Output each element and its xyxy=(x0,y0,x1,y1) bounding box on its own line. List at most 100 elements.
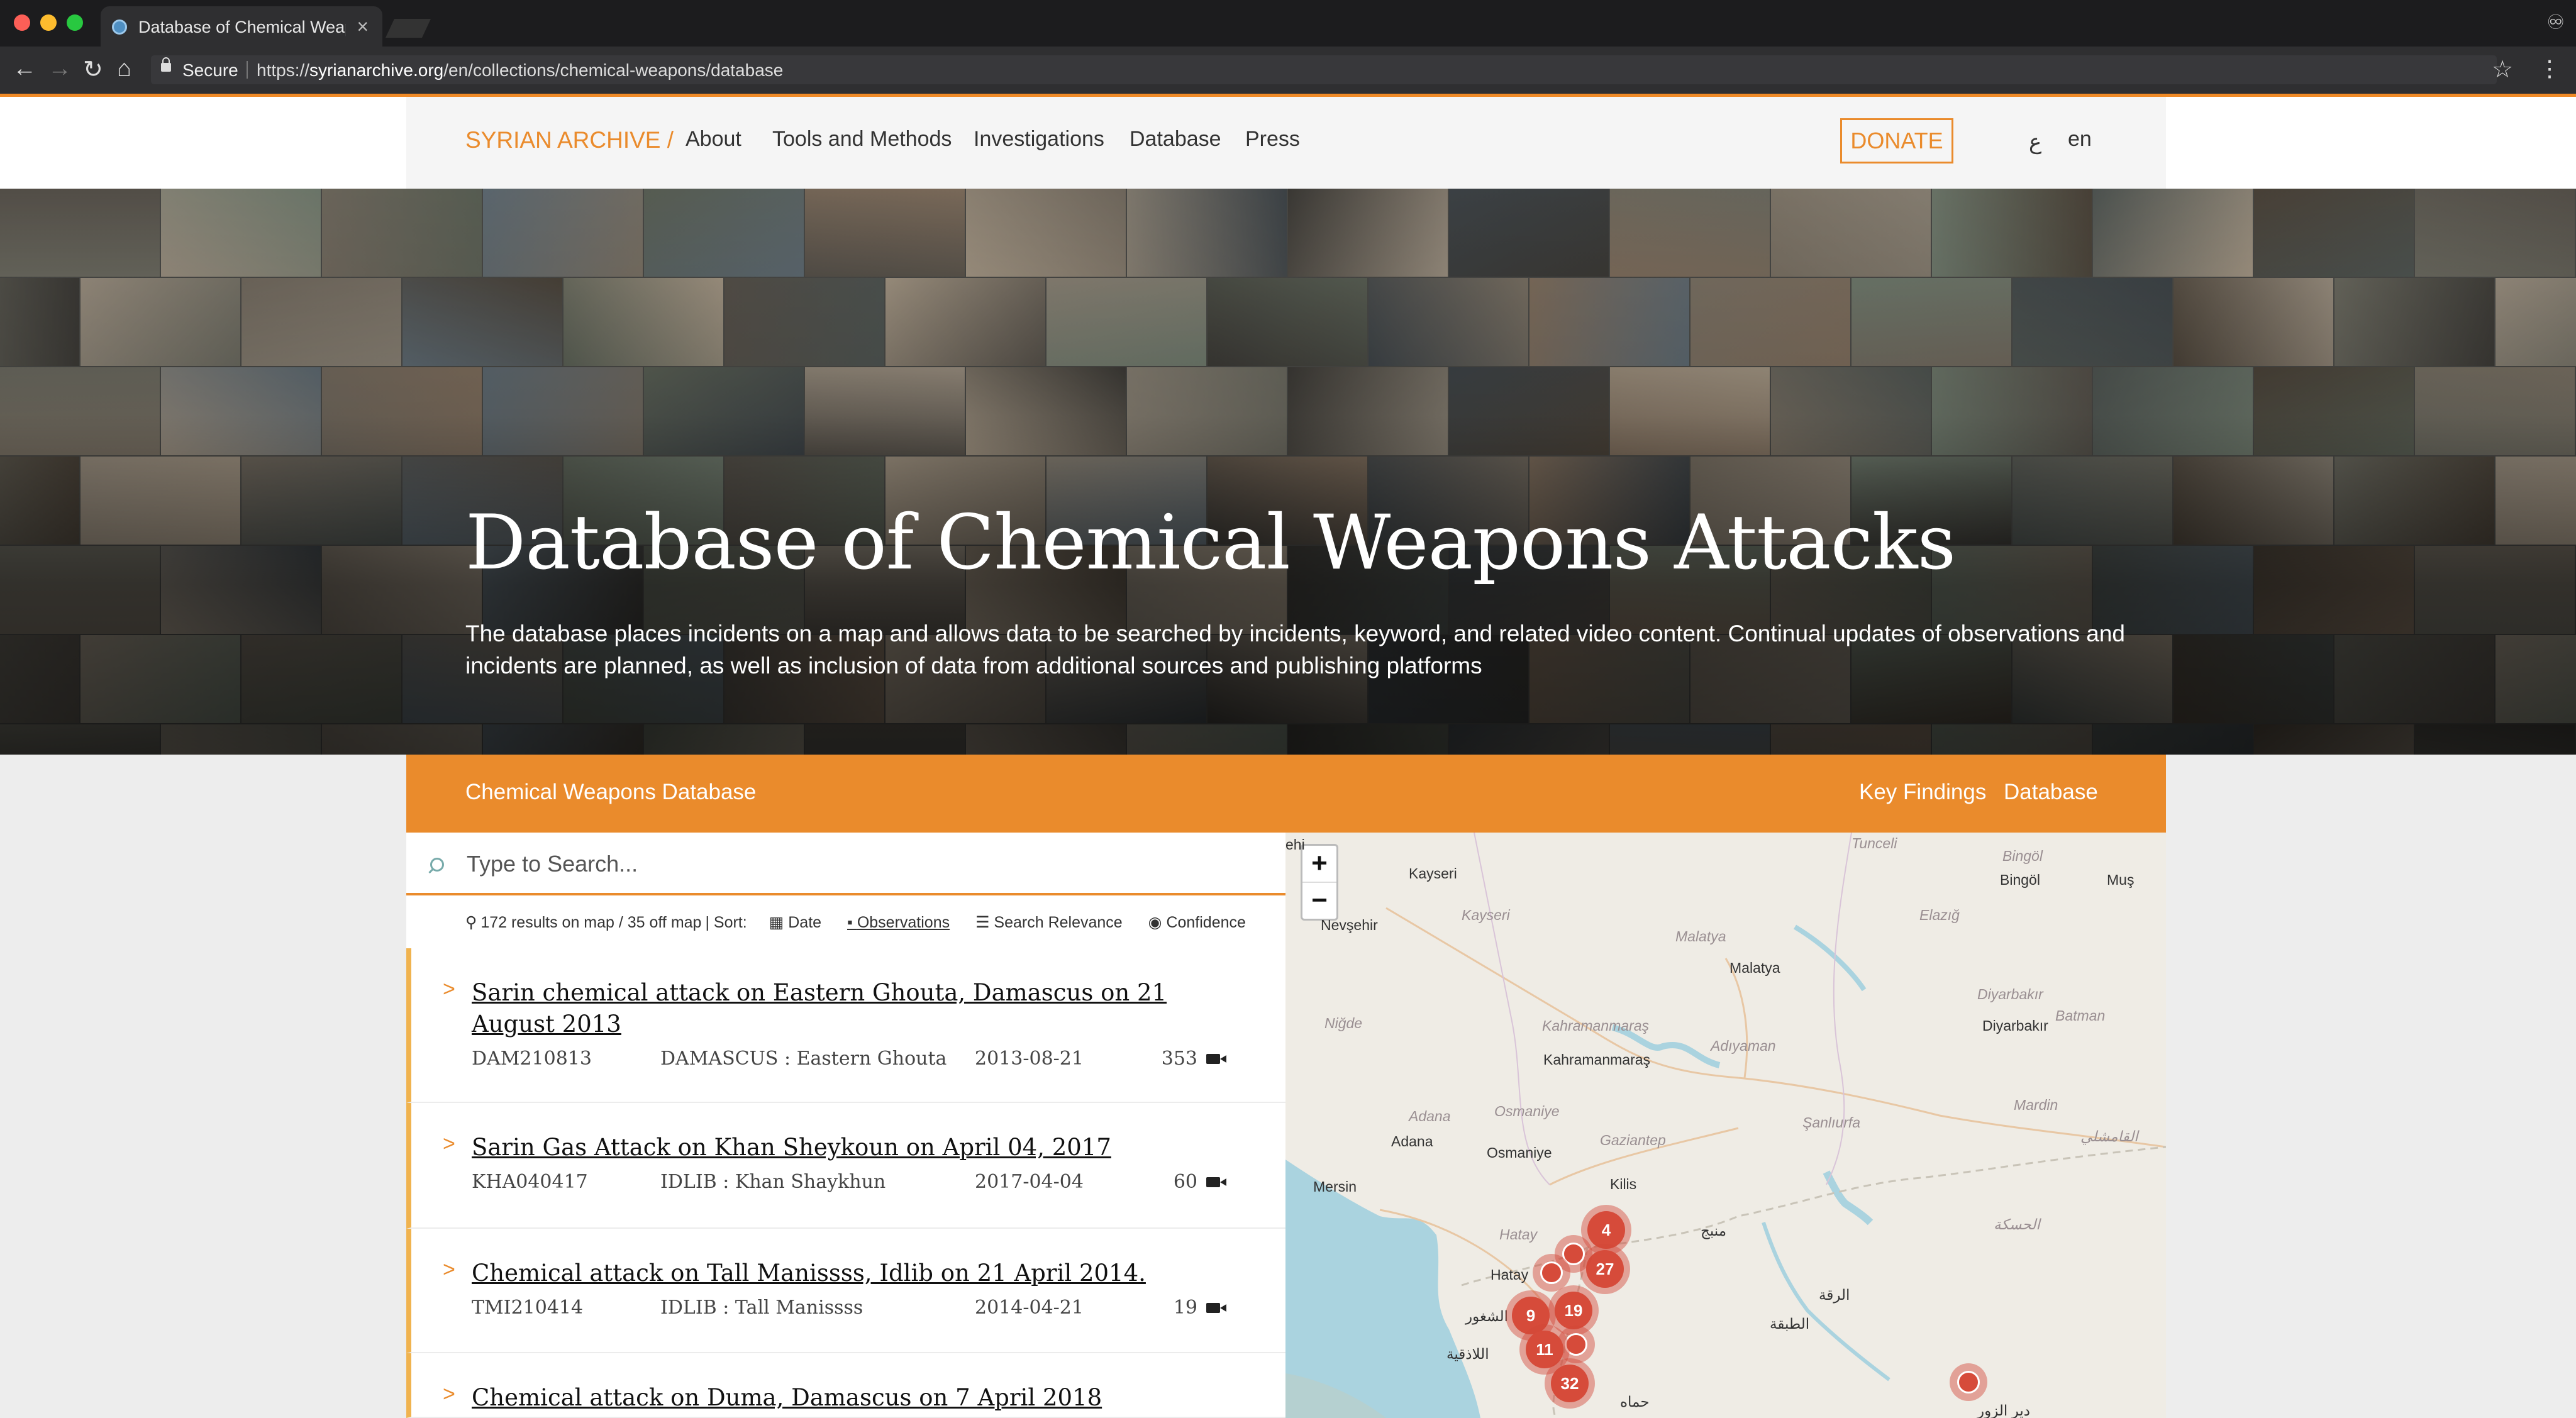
browser-menu-icon[interactable]: ⋮ xyxy=(2538,55,2561,82)
maximize-window-button[interactable] xyxy=(67,14,83,31)
list-item[interactable]: > Chemical attack on Tall Manissss, Idli… xyxy=(406,1229,1285,1353)
incident-title[interactable]: Chemical attack on Tall Manissss, Idlib … xyxy=(472,1258,1214,1289)
nav-investigations[interactable]: Investigations xyxy=(974,127,1104,152)
url-divider xyxy=(247,61,248,79)
results-bar: ⚲ 172 results on map / 35 off map | Sort: … xyxy=(465,913,1253,932)
zoom-in-button[interactable]: + xyxy=(1302,846,1336,882)
map-pin-icon: ⚲ xyxy=(465,914,477,931)
map-place-label: Bingöl xyxy=(2002,848,2043,864)
forward-arrow-icon[interactable]: → xyxy=(48,55,72,82)
url-scheme: https:// xyxy=(257,60,310,80)
map-place-label: القامشلي xyxy=(2080,1128,2138,1144)
bookmark-star-icon[interactable]: ☆ xyxy=(2492,55,2513,84)
minimize-window-button[interactable] xyxy=(40,14,57,31)
nav-tools-and-methods[interactable]: Tools and Methods xyxy=(772,127,952,152)
map-place-label: Kahramanmaraş xyxy=(1542,1017,1650,1034)
nav-press[interactable]: Press xyxy=(1245,127,1300,152)
map-place-label: Hatay xyxy=(1499,1226,1538,1243)
sort-date[interactable]: ▦ Date xyxy=(769,914,825,931)
browser-tab[interactable]: Database of Chemical Weapons Attacks × xyxy=(101,6,382,47)
chevron-right-icon: > xyxy=(443,1382,455,1406)
incident-map[interactable]: + − Kayseri Kayseri Nevşehir Tunceli Bingöl B… xyxy=(1285,833,2166,1418)
incident-code: KHA040417 xyxy=(472,1171,588,1193)
sort-label: | Sort: xyxy=(705,914,747,931)
map-marker[interactable] xyxy=(1950,1363,1987,1401)
url-domain: syrianarchive.org xyxy=(309,60,444,80)
chevron-right-icon: > xyxy=(443,1132,455,1156)
incident-location: DAMASCUS : Eastern Ghouta xyxy=(660,1048,947,1070)
sort-observations-label: Observations xyxy=(857,914,950,931)
map-place-label: Osmaniye xyxy=(1494,1103,1560,1119)
home-icon[interactable]: ⌂ xyxy=(117,55,131,82)
incident-panel: ⚲172 results on map / 35 off map| Sort: … xyxy=(406,833,1285,1418)
nav-about[interactable]: About xyxy=(686,127,741,152)
url-text[interactable]: https://syrianarchive.org/en/collections… xyxy=(257,60,783,80)
site-logo[interactable]: SYRIAN ARCHIVE / xyxy=(465,127,674,153)
section-title: Chemical Weapons Database xyxy=(465,780,757,804)
reload-icon[interactable]: ↻ xyxy=(83,55,103,84)
incident-list: > Sarin chemical attack on Eastern Ghout… xyxy=(406,948,1285,1418)
video-count: 353 xyxy=(1161,1048,1197,1070)
search-box xyxy=(406,833,1285,895)
map-place-label: Gaziantep xyxy=(1600,1132,1666,1148)
map-place-label: Kilis xyxy=(1610,1176,1637,1192)
globe-icon xyxy=(112,19,127,35)
map-place-label: Adana xyxy=(1391,1133,1433,1149)
map-place-label: Malatya xyxy=(1675,928,1726,944)
list-item[interactable]: > Sarin Gas Attack on Khan Sheykoun on A… xyxy=(406,1103,1285,1229)
map-place-label: Niğde xyxy=(1324,1015,1363,1031)
sort-observations[interactable]: ▪ Observations xyxy=(847,914,953,931)
results-count: 172 results on map / 35 off map xyxy=(480,914,702,931)
page-title: Database of Chemical Weapons Attacks xyxy=(465,499,1956,587)
database-link[interactable]: Database xyxy=(2004,780,2098,805)
map-basemap xyxy=(1285,833,2166,1418)
map-place-label: Osmaniye xyxy=(1487,1144,1552,1161)
browser-chrome: Database of Chemical Weapons Attacks × ♾… xyxy=(0,0,2576,97)
map-place-label: اللاذقية xyxy=(1446,1346,1489,1362)
sort-confidence[interactable]: ◉ Confidence xyxy=(1148,914,1250,931)
new-tab-button[interactable] xyxy=(386,19,431,38)
close-window-button[interactable] xyxy=(14,14,30,31)
map-place-label: Tunceli xyxy=(1852,835,1897,851)
key-findings-link[interactable]: Key Findings xyxy=(1859,780,1986,805)
back-arrow-icon[interactable]: ← xyxy=(13,55,36,82)
page-description: The database places incidents on a map a… xyxy=(465,621,2125,679)
search-input[interactable] xyxy=(465,848,1260,880)
map-place-label: Mardin xyxy=(2014,1097,2058,1113)
chevron-right-icon: > xyxy=(443,1258,455,1282)
nav-database[interactable]: Database xyxy=(1130,127,1221,152)
language-arabic[interactable]: ع xyxy=(2029,130,2041,155)
incident-title[interactable]: Chemical attack on Duma, Damascus on 7 A… xyxy=(472,1382,1214,1414)
sort-relevance[interactable]: ☰ Search Relevance xyxy=(975,914,1126,931)
map-place-label: Kahramanmaraş xyxy=(1543,1051,1651,1068)
section-bar-inner: Chemical Weapons Database Key Findings D… xyxy=(406,755,2166,833)
map-place-label: الطبقة xyxy=(1770,1316,1810,1332)
map-marker[interactable] xyxy=(1533,1254,1570,1292)
map-place-label: Adıyaman xyxy=(1711,1038,1776,1054)
map-place-label: Mersin xyxy=(1313,1178,1357,1195)
section-bar: Chemical Weapons Database Key Findings D… xyxy=(0,755,2576,833)
map-place-label: Kayseri xyxy=(1462,907,1510,923)
map-place-label: منبج xyxy=(1701,1222,1727,1239)
chevron-right-icon: > xyxy=(443,977,455,1001)
incognito-icon: ♾ xyxy=(2546,11,2565,33)
incident-title[interactable]: Sarin chemical attack on Eastern Ghouta,… xyxy=(472,977,1214,1040)
map-place-label: Adana xyxy=(1409,1108,1451,1124)
zoom-out-button[interactable]: − xyxy=(1302,882,1336,919)
tab-bar: Database of Chemical Weapons Attacks × ♾ xyxy=(0,0,2576,47)
hero-banner: Database of Chemical Weapons Attacks The… xyxy=(0,189,2576,755)
language-english[interactable]: en xyxy=(2068,127,2092,152)
tab-title: Database of Chemical Weapons Attacks xyxy=(138,18,346,36)
page: SYRIAN ARCHIVE / About Tools and Methods… xyxy=(0,97,2576,1418)
incident-title[interactable]: Sarin Gas Attack on Khan Sheykoun on Apr… xyxy=(472,1132,1214,1163)
list-item[interactable]: > Chemical attack on Duma, Damascus on 7… xyxy=(406,1353,1285,1418)
incident-code: DAM210813 xyxy=(472,1048,592,1070)
url-bar[interactable]: Secure https://syrianarchive.org/en/coll… xyxy=(151,55,2497,84)
close-tab-icon[interactable]: × xyxy=(357,15,369,38)
donate-button[interactable]: DONATE xyxy=(1840,118,1953,163)
list-item[interactable]: > Sarin chemical attack on Eastern Ghout… xyxy=(406,948,1285,1103)
map-place-label: Diyarbakır xyxy=(1977,986,2043,1002)
map-cluster[interactable]: 32 xyxy=(1545,1358,1595,1409)
incident-date: 2013-08-21 xyxy=(975,1048,1084,1070)
search-icon xyxy=(430,858,444,872)
